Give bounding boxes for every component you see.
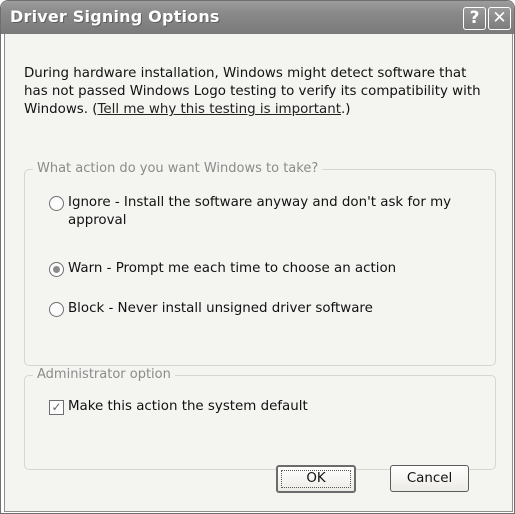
radio-block[interactable]: Block - Never install unsigned driver so… [49,300,373,318]
action-group-legend: What action do you want Windows to take? [33,161,323,176]
close-icon: ✕ [492,8,507,28]
dialog-title: Driver Signing Options [10,7,220,26]
check-icon: ✓ [51,400,62,414]
dialog-body: During hardware installation, Windows mi… [4,34,513,512]
radio-block-label: Block - Never install unsigned driver so… [68,301,373,316]
testing-info-link[interactable]: Tell me why this testing is important [98,102,341,117]
close-button[interactable]: ✕ [488,7,511,30]
radio-ignore-label: Ignore - Install the software anyway and… [68,195,452,228]
radio-warn[interactable]: Warn - Prompt me each time to choose an … [49,260,396,278]
help-icon: ? [469,8,480,28]
cancel-button-label: Cancel [406,471,453,486]
cancel-button[interactable]: Cancel [390,465,469,492]
description-text: During hardware installation, Windows mi… [24,65,494,119]
ok-button[interactable]: OK [276,465,356,493]
checkbox-control[interactable]: ✓ [49,400,64,415]
admin-group: Administrator option ✓ Make this action … [24,367,496,470]
action-group: What action do you want Windows to take?… [24,161,496,366]
radio-warn-control[interactable] [49,262,64,277]
radio-block-control[interactable] [49,302,64,317]
system-default-checkbox[interactable]: ✓ Make this action the system default [49,398,308,416]
focus-ring [281,470,351,488]
radio-warn-label: Warn - Prompt me each time to choose an … [68,261,397,276]
radio-ignore[interactable]: Ignore - Install the software anyway and… [49,194,479,230]
title-bar[interactable]: Driver Signing Options ? ✕ [1,1,514,34]
system-default-label: Make this action the system default [68,399,308,414]
radio-ignore-control[interactable] [49,196,64,211]
admin-group-legend: Administrator option [33,367,175,382]
description-suffix: .) [341,102,351,117]
driver-signing-dialog: Driver Signing Options ? ✕ During hardwa… [0,0,515,514]
help-button[interactable]: ? [463,7,486,30]
